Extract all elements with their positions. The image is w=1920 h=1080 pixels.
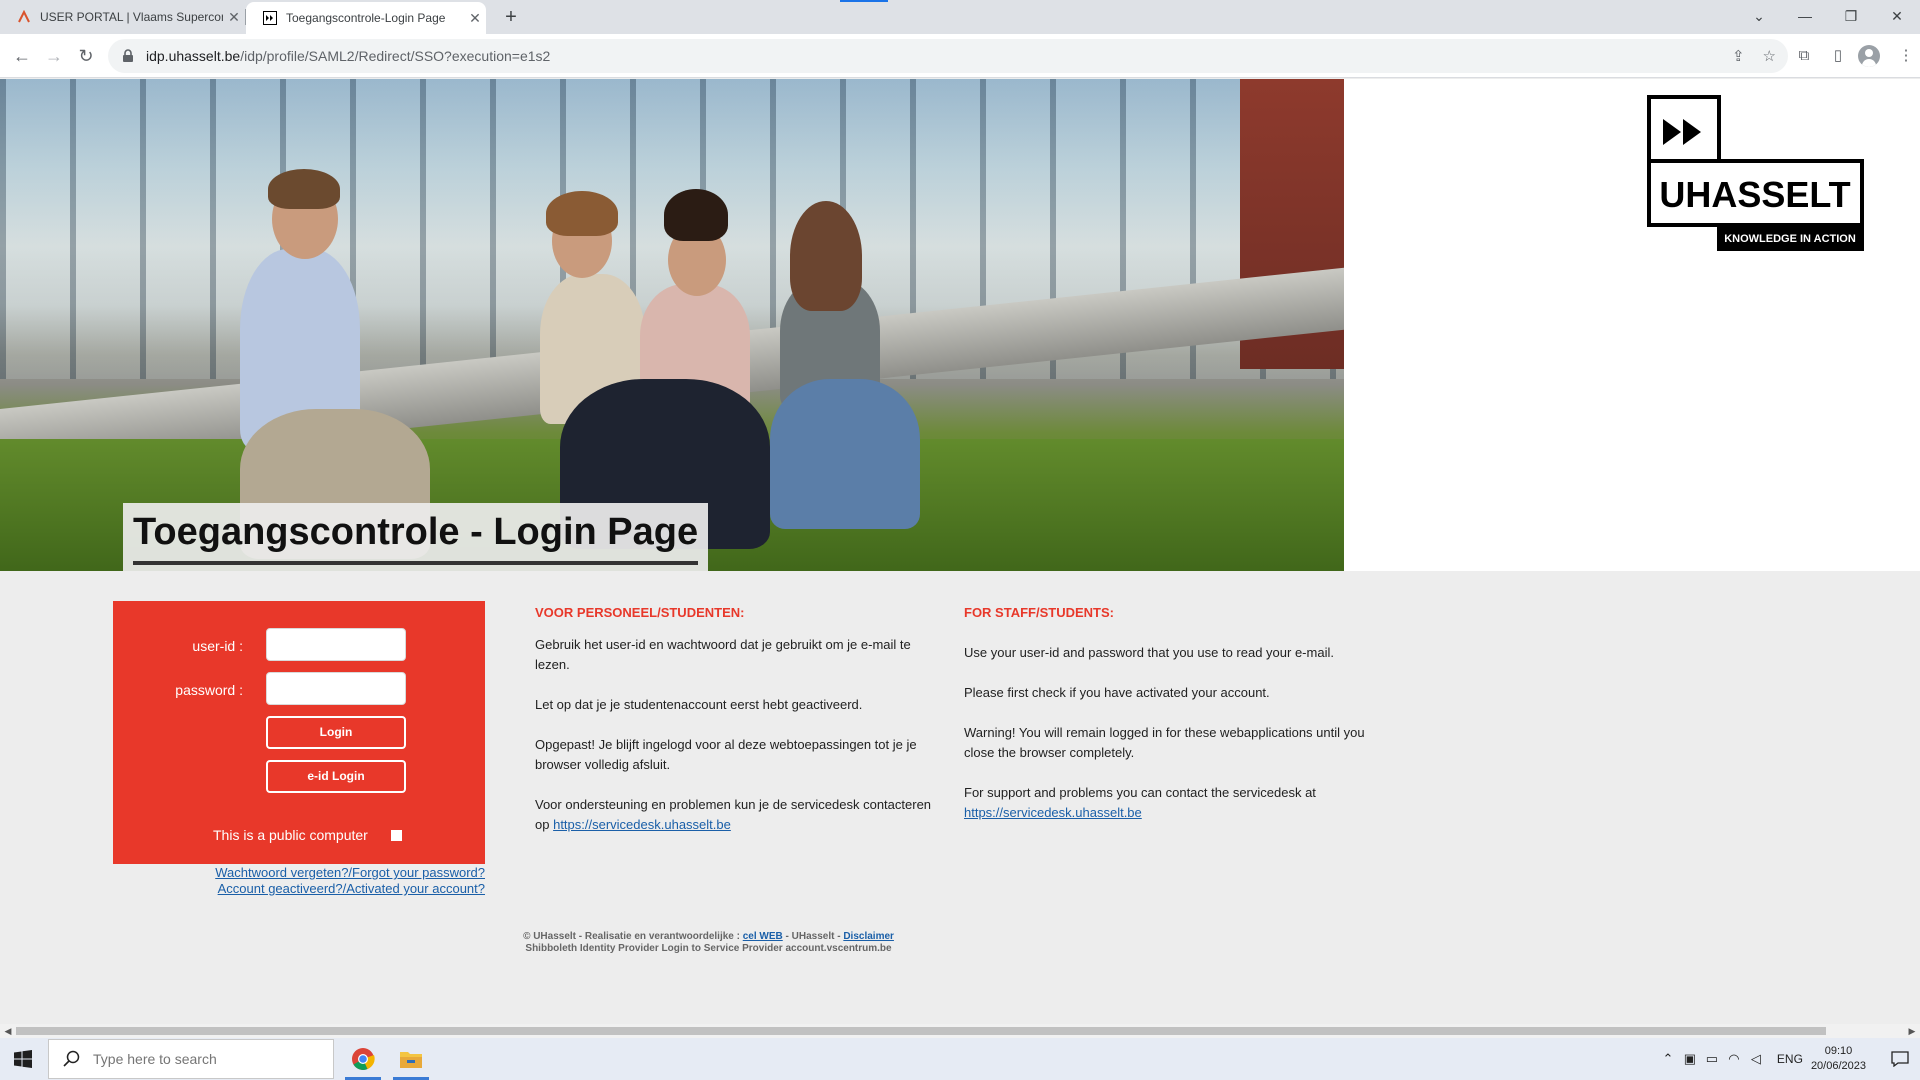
tab-title: Toegangscontrole-Login Page [286, 11, 446, 25]
search-icon [63, 1050, 80, 1067]
avatar [1858, 45, 1880, 67]
eid-login-button[interactable]: e-id Login [266, 760, 406, 793]
side-panel-icon[interactable]: ▯ [1824, 42, 1852, 70]
hero-hair-2 [546, 191, 618, 236]
volume-icon[interactable]: ◁ [1745, 1051, 1767, 1067]
servicedesk-link[interactable]: https://servicedesk.uhasselt.be [553, 817, 731, 832]
servicedesk-link[interactable]: https://servicedesk.uhasselt.be [964, 805, 1142, 820]
cel-web-link[interactable]: cel WEB [743, 931, 783, 942]
share-icon[interactable]: ⇪ [1732, 47, 1745, 65]
info-paragraph: Opgepast! Je blijft ingelogd voor al dez… [535, 737, 917, 772]
chevron-up-icon[interactable]: ⌃ [1657, 1051, 1679, 1067]
account-links: Wachtwoord vergeten?/Forgot your passwor… [113, 865, 485, 897]
forward-icon[interactable]: → [40, 42, 68, 70]
page-footer: © UHasselt - Realisatie en verantwoordel… [400, 931, 1017, 955]
public-computer-checkbox[interactable] [391, 830, 402, 841]
file-explorer-taskbar-icon[interactable] [389, 1038, 433, 1080]
login-button[interactable]: Login [266, 716, 406, 749]
page-content: Toegangscontrole - Login Page UHASSELT K… [0, 79, 1920, 1024]
tab-login-page[interactable]: Toegangscontrole-Login Page ✕ [246, 2, 486, 34]
scroll-left-icon[interactable]: ◀ [0, 1024, 16, 1038]
profile-icon[interactable] [1858, 42, 1886, 70]
hero-photo [0, 79, 1344, 571]
login-form: user-id : password : Login e-id Login Th… [113, 601, 485, 864]
language-indicator[interactable]: ENG [1777, 1052, 1803, 1066]
extensions-icon[interactable]: ⧉ [1790, 42, 1818, 70]
loading-indicator [840, 0, 888, 2]
minimize-button[interactable]: — [1782, 0, 1828, 34]
restore-button[interactable]: ❐ [1828, 0, 1874, 34]
info-paragraph: Voor ondersteuning en problemen kun je d… [535, 797, 932, 832]
info-column-en: FOR STAFF/STUDENTS: Use your user-id and… [964, 603, 1374, 843]
hero-hair-4 [790, 201, 862, 311]
windows-start-icon[interactable] [0, 1038, 46, 1080]
uhasselt-favicon-icon [262, 10, 278, 26]
close-window-button[interactable]: ✕ [1874, 0, 1920, 34]
lock-icon [122, 49, 136, 63]
close-tab-icon[interactable]: ✕ [223, 9, 245, 26]
close-tab-icon[interactable]: ✕ [464, 10, 486, 27]
info-paragraph: Let op dat je je studentenaccount eerst … [535, 697, 863, 712]
info-heading-en: FOR STAFF/STUDENTS: [964, 605, 1114, 620]
menu-icon[interactable]: ⋮ [1892, 42, 1920, 70]
password-input[interactable] [266, 672, 406, 705]
hero-hair-1 [268, 169, 340, 209]
info-paragraph: Please first check if you have activated… [964, 685, 1270, 700]
info-heading-nl: VOOR PERSONEEL/STUDENTEN: [535, 605, 745, 620]
tab-user-portal[interactable]: USER PORTAL | Vlaams Supercom ✕ [0, 0, 245, 34]
logo-tagline-text: KNOWLEDGE IN ACTION [1724, 233, 1856, 245]
taskbar-search[interactable] [48, 1039, 334, 1079]
info-paragraph: For support and problems you can contact… [964, 785, 1316, 820]
browser-toolbar: ← → ↻ idp.uhasselt.be/idp/profile/SAML2/… [0, 34, 1920, 78]
userid-input[interactable] [266, 628, 406, 661]
password-label: password : [175, 682, 243, 698]
tab-title: USER PORTAL | Vlaams Supercom [40, 10, 223, 24]
address-bar[interactable]: idp.uhasselt.be/idp/profile/SAML2/Redire… [108, 39, 1788, 73]
page-title-banner: Toegangscontrole - Login Page [123, 503, 709, 571]
logo-brand-text: UHASSELT [1659, 174, 1850, 215]
page-title: Toegangscontrole - Login Page [133, 503, 699, 565]
back-icon[interactable]: ← [8, 42, 36, 70]
horizontal-scrollbar[interactable]: ◀ ▶ [0, 1024, 1920, 1038]
scroll-right-icon[interactable]: ▶ [1904, 1024, 1920, 1038]
tab-search-icon[interactable]: ⌄ [1736, 0, 1782, 34]
taskbar-search-input[interactable] [93, 1051, 313, 1067]
uhasselt-logo: UHASSELT KNOWLEDGE IN ACTION [1647, 95, 1864, 251]
info-paragraph: Warning! You will remain logged in for t… [964, 725, 1365, 760]
info-paragraph: Gebruik het user-id en wachtwoord dat je… [535, 637, 911, 672]
windows-taskbar: ⌃ ▣ ▭ ◠ ◁ ENG 09:10 20/06/2023 [0, 1038, 1920, 1080]
system-tray: ⌃ ▣ ▭ ◠ ◁ ENG 09:10 20/06/2023 [1657, 1038, 1920, 1080]
disclaimer-link[interactable]: Disclaimer [843, 931, 894, 942]
clock-time: 09:10 [1824, 1045, 1853, 1057]
userid-label: user-id : [192, 638, 243, 654]
battery-icon[interactable]: ▭ [1701, 1051, 1723, 1067]
clock-date: 20/06/2023 [1810, 1060, 1866, 1072]
hero-person-4-legs [770, 379, 920, 529]
url-text: idp.uhasselt.be/idp/profile/SAML2/Redire… [146, 48, 551, 64]
reload-icon[interactable]: ↻ [72, 42, 100, 70]
forgot-password-link[interactable]: Wachtwoord vergeten?/Forgot your passwor… [215, 865, 485, 880]
info-paragraph: Use your user-id and password that you u… [964, 645, 1334, 660]
bookmark-star-icon[interactable]: ☆ [1763, 47, 1776, 65]
logo-area: UHASSELT KNOWLEDGE IN ACTION [1344, 79, 1920, 571]
new-tab-button[interactable]: + [498, 4, 524, 30]
chrome-taskbar-icon[interactable] [341, 1038, 385, 1080]
device-icon[interactable]: ▣ [1679, 1051, 1701, 1067]
scrollbar-thumb[interactable] [16, 1027, 1826, 1035]
footer-sp-info: Shibboleth Identity Provider Login to Se… [525, 943, 892, 954]
activated-account-link[interactable]: Account geactiveerd?/Activated your acco… [218, 881, 485, 896]
vsc-favicon-icon [16, 9, 32, 25]
clock[interactable]: 09:10 20/06/2023 [1811, 1044, 1866, 1074]
info-column-nl: VOOR PERSONEEL/STUDENTEN: Gebruik het us… [535, 603, 935, 855]
notification-icon[interactable] [1880, 1038, 1920, 1080]
hero-hair-3 [664, 189, 728, 241]
browser-tab-bar: USER PORTAL | Vlaams Supercom ✕ Toegangs… [0, 0, 1920, 34]
public-computer-label: This is a public computer [213, 827, 368, 843]
wifi-icon[interactable]: ◠ [1723, 1051, 1745, 1067]
